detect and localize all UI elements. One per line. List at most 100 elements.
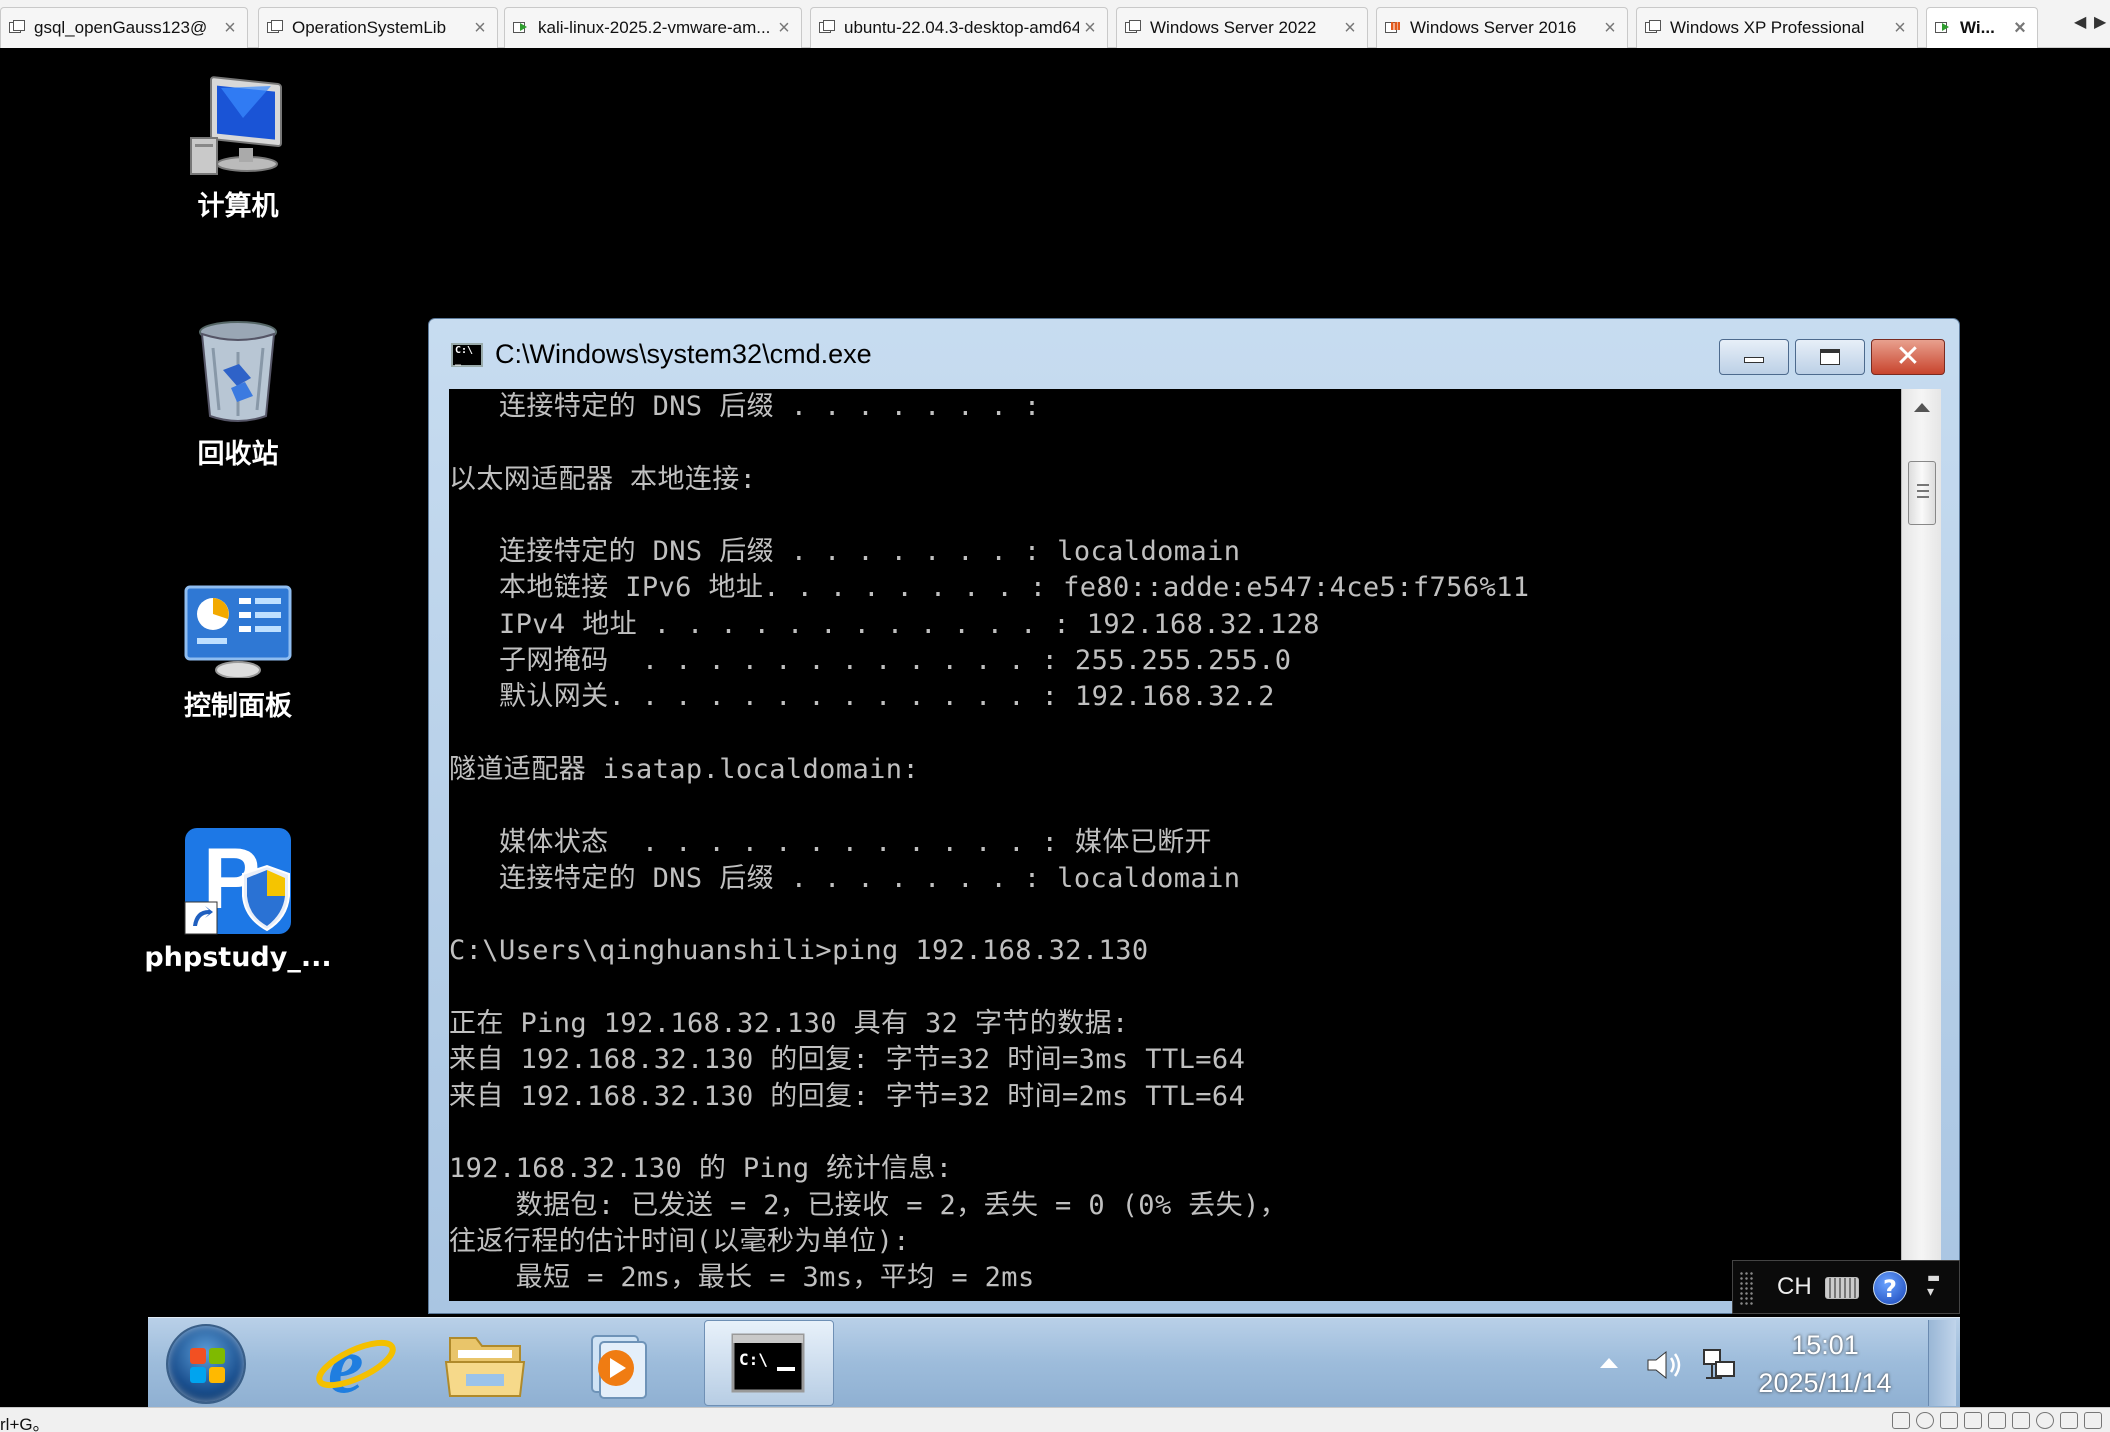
scroll-up-arrow-icon[interactable] [1914,403,1930,412]
network-adapter-icon[interactable] [1964,1412,1982,1429]
desktop-icon-control-panel[interactable]: 控制面板 [138,584,338,723]
vm-running-icon [1935,20,1951,36]
vm-icon [819,20,835,36]
show-hidden-icons-icon[interactable] [1600,1358,1618,1368]
taskbar-cmd[interactable]: C:\ [704,1320,834,1406]
console-line: 连接特定的 DNS 后缀 . . . . . . . : [449,391,1041,422]
close-tab-icon[interactable]: × [2009,17,2031,40]
minimize-button[interactable] [1719,339,1789,375]
vm-tab-label: Windows Server 2016 [1410,18,1577,37]
desktop-icon-label: phpstudy_... [144,942,332,973]
device-status-icons [1892,1412,2102,1429]
vm-tab-label: Windows XP Professional [1670,18,1865,37]
console-line: 连接特定的 DNS 后缀 . . . . . . . : localdomain [449,536,1241,568]
desktop-icon-recycle-bin[interactable]: 回收站 [138,318,338,471]
system-clock[interactable]: 15:01 2025/11/14 [1740,1326,1910,1402]
input-language-indicator[interactable]: CH [1777,1273,1812,1301]
recycle-bin-icon [193,318,283,426]
cmd-icon: C:\ _ [451,343,483,367]
console-line: 本地链接 IPv6 地址. . . . . . . . : fe80::adde… [449,572,1530,604]
scroll-tabs-left-icon[interactable]: ◀ [2074,12,2086,31]
vm-tab-4[interactable]: Windows Server 2022 × [1116,7,1368,48]
scrollbar-thumb[interactable] [1908,461,1936,525]
clock-time: 15:01 [1791,1330,1859,1360]
cd-dvd-icon[interactable] [1916,1412,1934,1429]
drag-grip-icon[interactable] [1739,1271,1755,1305]
vm-tab-6[interactable]: Windows XP Professional × [1636,7,1918,48]
desktop-icon-phpstudy[interactable]: P phpstudy_... [138,826,338,973]
taskbar-internet-explorer[interactable]: e [290,1320,420,1410]
file-explorer-icon [444,1337,526,1397]
console-line: 子网掩码 . . . . . . . . . . . . : 255.255.2… [449,645,1292,677]
usb-icon[interactable] [1988,1412,2006,1429]
keyboard-icon[interactable] [1825,1277,1859,1299]
taskbar-media-player[interactable] [550,1320,680,1406]
close-icon: ✕ [1895,339,1921,374]
status-hint: rl+G。 [0,1415,50,1432]
vertical-scrollbar[interactable] [1901,389,1941,1301]
close-tab-icon[interactable]: × [1339,17,1361,40]
cmd-window[interactable]: C:\ _ C:\Windows\system32\cmd.exe ✕ 连接特定的… [428,318,1960,1314]
taskbar: e C:\ 15:01 2025/11/14 [148,1317,1960,1410]
floppy-icon[interactable] [1940,1412,1958,1429]
vm-tab-label: Windows Server 2022 [1150,18,1317,37]
printer-icon[interactable] [2036,1412,2054,1429]
console-line: 媒体状态 . . . . . . . . . . . . : 媒体已断开 [449,826,1212,858]
taskbar-file-explorer[interactable] [420,1320,550,1406]
desktop-icon-label: 计算机 [197,191,279,222]
console-line: 正在 Ping 192.168.32.130 具有 32 字节的数据: [449,1008,1129,1040]
vm-tab-1[interactable]: OperationSystemLib × [258,7,498,48]
display-icon[interactable] [2060,1412,2078,1429]
close-tab-icon[interactable]: × [1889,17,1911,40]
show-desktop-button[interactable] [1928,1320,1956,1406]
console-line: 以太网适配器 本地连接: [449,463,757,495]
maximize-button[interactable] [1795,339,1865,375]
console-output[interactable]: 连接特定的 DNS 后缀 . . . . . . . : 以太网适配器 本地连接… [449,389,1901,1301]
vm-tab-label: gsql_openGauss123@ [34,18,208,37]
network-icon[interactable] [1700,1346,1740,1384]
vm-tab-7[interactable]: Wi... × [1926,7,2038,48]
desktop-icon-computer[interactable]: 计算机 [138,68,338,223]
sound-card-icon[interactable] [2012,1412,2030,1429]
close-tab-icon[interactable]: × [1599,17,1621,40]
status-bar: rl+G。 [0,1407,2110,1432]
close-tab-icon[interactable]: × [219,17,241,40]
vm-tab-5[interactable]: Windows Server 2016 × [1376,7,1628,48]
hard-disk-icon[interactable] [1892,1412,1910,1429]
control-panel-icon [183,584,293,679]
close-tab-icon[interactable]: × [469,17,491,40]
options-chevron-icon[interactable]: ▬ ▾ [1927,1271,1940,1299]
vm-tab-label: OperationSystemLib [292,18,447,37]
volume-icon[interactable] [1644,1348,1684,1382]
console-text: 连接特定的 DNS 后缀 . . . . . . . : 以太网适配器 本地连接… [449,389,1529,1296]
vm-tab-label: kali-linux-2025.2-vmware-am... [538,18,771,37]
vm-tab-0[interactable]: gsql_openGauss123@ × [0,7,248,48]
close-tab-icon[interactable]: × [773,17,795,40]
language-bar[interactable]: CH ? ▬ ▾ [1732,1260,1960,1314]
console-line: 往返行程的估计时间(以毫秒为单位): [449,1225,910,1257]
desktop-icon-label: 控制面板 [184,691,292,722]
vm-tab-2[interactable]: kali-linux-2025.2-vmware-am... × [504,7,802,48]
help-icon[interactable]: ? [1873,1271,1907,1305]
vm-icon [1645,20,1661,36]
vm-icon [267,20,283,36]
vm-tab-3[interactable]: ubuntu-22.04.3-desktop-amd64 × [810,7,1108,48]
computer-icon [183,68,293,178]
close-button[interactable]: ✕ [1871,339,1945,375]
console-line: 来自 192.168.32.130 的回复: 字节=32 时间=2ms TTL=… [449,1080,1246,1112]
windows-logo-icon [190,1348,226,1384]
scroll-tabs-right-icon[interactable]: ▶ [2094,12,2106,31]
console-line: 来自 192.168.32.130 的回复: 字节=32 时间=3ms TTL=… [449,1044,1246,1076]
start-button[interactable] [166,1324,246,1404]
message-log-icon[interactable] [2084,1412,2102,1429]
close-tab-icon[interactable]: × [1079,17,1101,40]
desktop-icon-label: 回收站 [197,439,279,470]
clock-date: 2025/11/14 [1758,1368,1892,1398]
media-player-icon [591,1335,647,1399]
